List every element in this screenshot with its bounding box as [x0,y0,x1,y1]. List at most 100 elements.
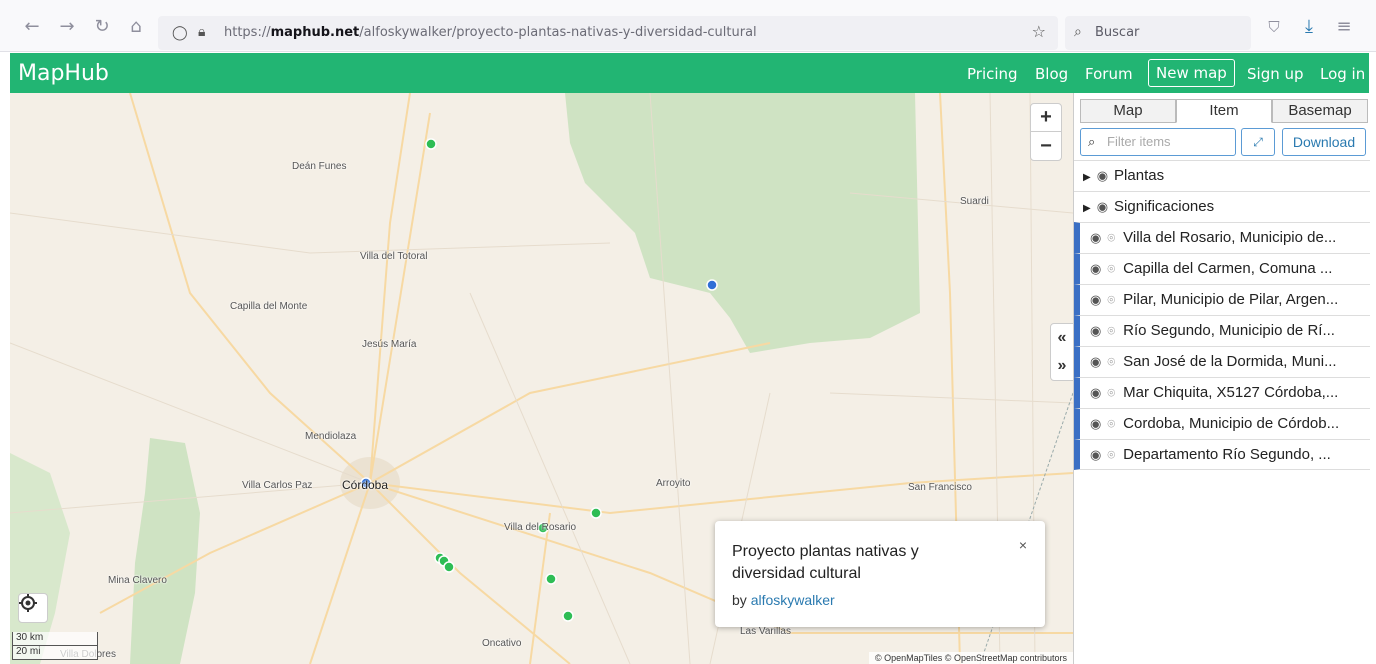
place-label: Villa del Rosario [504,522,577,533]
forest-area [565,93,920,353]
item-label: Villa del Rosario, Municipio de... [1123,229,1337,246]
zoom-in-button[interactable]: + [1031,104,1061,132]
download-icon[interactable]: ⤓ [1297,14,1321,38]
place-label: Capilla del Monte [230,301,308,312]
search-icon: ⌕ [1074,23,1082,39]
place-label: Suardi [960,196,989,207]
close-icon[interactable]: × [1019,537,1027,553]
eye-icon[interactable]: ◉ [1090,261,1101,276]
map-pin-icon: ⌾ [1107,354,1116,369]
expand-triangle-icon[interactable]: ▶ [1083,203,1091,214]
log-in-link[interactable]: Log in [1320,65,1365,83]
eye-icon[interactable]: ◉ [1090,447,1101,462]
panel-tabs: Map Item Basemap [1080,99,1368,123]
list-item[interactable]: ◉ ⌾ Pilar, Municipio de Pilar, Argen... [1074,284,1370,315]
list-group[interactable]: ▶ ◉ Significaciones [1074,191,1370,222]
list-item[interactable]: ◉ ⌾ San José de la Dormida, Muni... [1074,346,1370,377]
place-label: Villa Carlos Paz [242,480,313,491]
map-pin-icon: ⌾ [1107,292,1116,307]
map-pin-icon: ⌾ [1107,385,1116,400]
mountain-area [130,438,200,664]
lock-icon[interactable]: 🔒︎ [198,23,205,40]
author-link[interactable]: alfoskywalker [751,592,835,608]
list-item[interactable]: ◉ ⌾ Villa del Rosario, Municipio de... [1074,222,1370,253]
locate-icon [19,594,37,612]
map-info-popup: Proyecto plantas nativas y diversidad cu… [715,521,1045,627]
map-marker [443,561,455,573]
pocket-icon[interactable]: ⛉ [1262,15,1286,39]
list-group[interactable]: ▶ ◉ Plantas [1074,160,1370,191]
zoom-out-button[interactable]: − [1031,132,1061,160]
app-header: MapHub Pricing Blog Forum New map Sign u… [10,53,1369,93]
download-button[interactable]: Download [1282,128,1366,156]
address-bar[interactable]: ◯ 🔒︎ https://maphub.net/alfoskywalker/pr… [158,16,1058,50]
place-label: San Francisco [908,482,972,493]
list-item[interactable]: ◉ ⌾ Río Segundo, Municipio de Rí... [1074,315,1370,346]
place-label: Oncativo [482,638,522,649]
expand-button[interactable]: ⤢ [1241,128,1275,156]
expand-triangle-icon[interactable]: ▶ [1083,172,1091,183]
search-icon: ⌕ [1088,134,1096,149]
list-item[interactable]: ◉ ⌾ Cordoba, Municipio de Córdob... [1074,408,1370,439]
filter-items-input[interactable]: ⌕ Filter items [1080,128,1236,156]
tab-basemap[interactable]: Basemap [1272,99,1368,123]
item-label: Pilar, Municipio de Pilar, Argen... [1123,291,1339,308]
eye-icon[interactable]: ◉ [1097,168,1108,183]
eye-icon[interactable]: ◉ [1090,230,1101,245]
item-label: Capilla del Carmen, Comuna ... [1123,260,1333,277]
item-label: Departamento Río Segundo, ... [1123,446,1331,463]
tab-map[interactable]: Map [1080,99,1176,123]
pricing-link[interactable]: Pricing [967,65,1018,83]
url-text: https://maphub.net/alfoskywalker/proyect… [224,25,757,40]
panel-toggle[interactable]: « » [1050,323,1073,381]
eye-icon[interactable]: ◉ [1090,354,1101,369]
scale-km: 30 km [12,632,98,646]
back-icon[interactable]: ← [20,14,44,38]
eye-icon[interactable]: ◉ [1090,292,1101,307]
map-canvas[interactable]: Deán Funes Suardi Villa del Totoral Capi… [10,93,1073,664]
blog-link[interactable]: Blog [1035,65,1068,83]
new-map-button[interactable]: New map [1148,59,1235,87]
browser-toolbar: ← → ↻ ⌂ ◯ 🔒︎ https://maphub.net/alfoskyw… [0,0,1376,52]
expand-icon: ⤢ [1253,134,1263,149]
sign-up-link[interactable]: Sign up [1247,65,1304,83]
item-label: San José de la Dormida, Muni... [1123,353,1337,370]
popup-title: Proyecto plantas nativas y diversidad cu… [732,543,919,582]
locate-button[interactable] [18,593,48,623]
eye-icon[interactable]: ◉ [1090,323,1101,338]
by-label: by [732,592,747,608]
eye-icon[interactable]: ◉ [1090,385,1101,400]
map-marker [562,610,574,622]
tab-item[interactable]: Item [1176,99,1272,123]
map-marker [545,573,557,585]
list-item[interactable]: ◉ ⌾ Capilla del Carmen, Comuna ... [1074,253,1370,284]
forum-link[interactable]: Forum [1085,65,1133,83]
map-attribution[interactable]: © OpenMapTiles © OpenStreetMap contribut… [868,652,1073,664]
eye-icon[interactable]: ◉ [1097,199,1108,214]
chevron-right-icon[interactable]: » [1058,357,1067,375]
place-label: Mendiolaza [305,431,357,442]
search-placeholder: Buscar [1095,25,1140,40]
eye-icon[interactable]: ◉ [1090,416,1101,431]
browser-search-box[interactable]: ⌕ Buscar [1065,16,1251,50]
item-label: Río Segundo, Municipio de Rí... [1123,322,1335,339]
shield-icon[interactable]: ◯ [172,24,188,41]
scale-mi: 20 mi [12,646,98,660]
list-item[interactable]: ◉ ⌾ Mar Chiquita, X5127 Córdoba,... [1074,377,1370,408]
map-pin-icon: ⌾ [1107,416,1116,431]
map-pin-icon: ⌾ [1107,447,1116,462]
map-pin-icon: ⌾ [1107,230,1116,245]
bookmark-star-icon[interactable]: ☆ [1032,22,1046,42]
reload-icon[interactable]: ↻ [90,14,114,38]
list-item[interactable]: ◉ ⌾ Departamento Río Segundo, ... [1074,439,1370,470]
menu-icon[interactable]: ≡ [1332,14,1356,38]
place-label: Jesús María [362,339,417,350]
chevron-left-icon[interactable]: « [1058,329,1067,347]
forward-icon[interactable]: → [55,14,79,38]
group-label: Significaciones [1114,198,1215,215]
map-scale: 30 km 20 mi [12,632,98,660]
popup-byline: by alfoskywalker [732,592,835,608]
brand-logo[interactable]: MapHub [18,61,109,86]
place-label: Córdoba [342,478,389,492]
home-icon[interactable]: ⌂ [124,14,148,38]
